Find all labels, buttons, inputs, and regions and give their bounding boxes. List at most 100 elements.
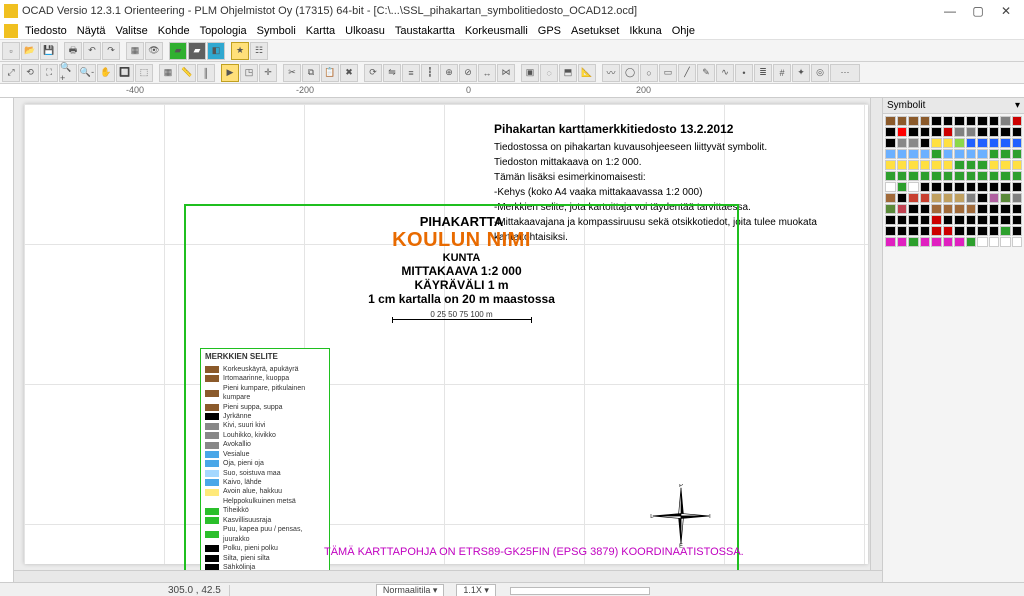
symbol-swatch[interactable]	[908, 160, 919, 170]
more-tools-icon[interactable]: ⋯	[830, 64, 860, 82]
symbol-swatch[interactable]	[989, 116, 1000, 126]
symbol-swatch[interactable]	[989, 138, 1000, 148]
new-icon[interactable]: ▫	[2, 42, 20, 60]
symbol-swatch[interactable]	[977, 193, 988, 203]
symbol-swatch[interactable]	[989, 193, 1000, 203]
symbol-swatch[interactable]	[977, 215, 988, 225]
symbol-swatch[interactable]	[954, 226, 965, 236]
symbol-swatch[interactable]	[1000, 171, 1011, 181]
mirror-icon[interactable]: ⇋	[383, 64, 401, 82]
symbol-swatch[interactable]	[885, 182, 896, 192]
symbol-swatch[interactable]	[908, 215, 919, 225]
symbol-swatch[interactable]	[897, 149, 908, 159]
symbol-swatch[interactable]	[977, 160, 988, 170]
symbol-swatch[interactable]	[1012, 116, 1023, 126]
symbol-swatch[interactable]	[885, 193, 896, 203]
symbol-swatch[interactable]	[897, 116, 908, 126]
symbol-swatch[interactable]	[1012, 193, 1023, 203]
manage-bg-icon[interactable]: ▦	[126, 42, 144, 60]
symbol-swatch[interactable]	[989, 160, 1000, 170]
split-icon[interactable]: ⊘	[459, 64, 477, 82]
menu-asetukset[interactable]: Asetukset	[566, 25, 624, 37]
symbol-swatch[interactable]	[1000, 138, 1011, 148]
symbol-swatch[interactable]	[920, 193, 931, 203]
symbol-swatch[interactable]	[1012, 204, 1023, 214]
distribute-icon[interactable]: ┇	[421, 64, 439, 82]
delete-icon[interactable]: ✖	[340, 64, 358, 82]
zoom-view-icon[interactable]: 🔲	[116, 64, 134, 82]
symbol-swatch[interactable]	[920, 182, 931, 192]
status-mode-dropdown[interactable]: Normaalitila ▾	[376, 584, 445, 596]
symbol-swatch[interactable]	[1012, 127, 1023, 137]
canvas[interactable]: Pihakartan karttamerkkitiedosto 13.2.201…	[14, 98, 882, 582]
symbol-swatch[interactable]	[1000, 160, 1011, 170]
color-mode-icon[interactable]: ▰	[169, 42, 187, 60]
menu-gps[interactable]: GPS	[533, 25, 566, 37]
symbol-swatch[interactable]	[885, 171, 896, 181]
symbol-swatch[interactable]	[977, 127, 988, 137]
hole-icon[interactable]: ◌	[540, 64, 558, 82]
symbol-swatch[interactable]	[885, 138, 896, 148]
symbol-swatch[interactable]	[943, 160, 954, 170]
align-icon[interactable]: ≡	[402, 64, 420, 82]
symbol-swatch[interactable]	[943, 116, 954, 126]
menu-symboli[interactable]: Symboli	[252, 25, 301, 37]
symbol-swatch[interactable]	[966, 226, 977, 236]
symbol-swatch[interactable]	[931, 215, 942, 225]
symbol-swatch[interactable]	[931, 204, 942, 214]
symbol-swatch[interactable]	[908, 138, 919, 148]
zoom-fit-icon[interactable]: ⤢	[2, 64, 20, 82]
menu-topologia[interactable]: Topologia	[195, 25, 252, 37]
symbol-swatch[interactable]	[966, 127, 977, 137]
symbol-swatch[interactable]	[966, 193, 977, 203]
redo-icon[interactable]: ↷	[102, 42, 120, 60]
symbol-swatch[interactable]	[954, 237, 965, 247]
symbol-swatch[interactable]	[989, 127, 1000, 137]
symbol-swatch[interactable]	[908, 182, 919, 192]
symbol-swatch[interactable]	[989, 149, 1000, 159]
status-zoom-dropdown[interactable]: 1.1X ▾	[456, 584, 496, 596]
symbol-swatch[interactable]	[931, 116, 942, 126]
symbol-swatch[interactable]	[908, 116, 919, 126]
menu-kohde[interactable]: Kohde	[153, 25, 195, 37]
symbol-swatch[interactable]	[977, 138, 988, 148]
symbol-swatch[interactable]	[977, 149, 988, 159]
symbol-swatch[interactable]	[897, 237, 908, 247]
symbol-swatch[interactable]	[966, 171, 977, 181]
symbol-swatch[interactable]	[885, 204, 896, 214]
symbol-swatch[interactable]	[920, 204, 931, 214]
close-button[interactable]: ✕	[992, 4, 1020, 18]
symbol-swatch[interactable]	[931, 226, 942, 236]
symbol-swatch[interactable]	[920, 215, 931, 225]
symbol-swatch[interactable]	[1012, 215, 1023, 225]
bezier-tool-icon[interactable]: ∿	[716, 64, 734, 82]
symbol-swatch[interactable]	[897, 138, 908, 148]
symbol-swatch[interactable]	[897, 215, 908, 225]
symbol-swatch[interactable]	[966, 116, 977, 126]
symbol-swatch[interactable]	[943, 149, 954, 159]
symbol-swatch[interactable]	[931, 127, 942, 137]
symbol-swatch[interactable]	[943, 127, 954, 137]
symbol-swatch[interactable]	[1012, 171, 1023, 181]
scrollbar-horizontal[interactable]	[14, 570, 882, 582]
symbol-swatch[interactable]	[897, 182, 908, 192]
symbol-swatch[interactable]	[943, 215, 954, 225]
symbol-swatch[interactable]	[920, 160, 931, 170]
reverse-icon[interactable]: ↔	[478, 64, 496, 82]
symbol-swatch[interactable]	[931, 149, 942, 159]
symbol-swatch[interactable]	[897, 204, 908, 214]
point-tool-icon[interactable]: •	[735, 64, 753, 82]
merge-icon[interactable]: ⊕	[440, 64, 458, 82]
symbol-swatch[interactable]	[1000, 116, 1011, 126]
fill-icon[interactable]: ▣	[521, 64, 539, 82]
symbol-swatch[interactable]	[885, 116, 896, 126]
symbol-swatch[interactable]	[954, 182, 965, 192]
symbol-swatch[interactable]	[920, 226, 931, 236]
symbol-swatch[interactable]	[954, 215, 965, 225]
symbol-swatch[interactable]	[908, 204, 919, 214]
menu-korkeusmalli[interactable]: Korkeusmalli	[460, 25, 533, 37]
symbol-swatch[interactable]	[908, 127, 919, 137]
minimize-button[interactable]: —	[936, 4, 964, 18]
symbol-swatch[interactable]	[943, 226, 954, 236]
menu-ohje[interactable]: Ohje	[667, 25, 700, 37]
